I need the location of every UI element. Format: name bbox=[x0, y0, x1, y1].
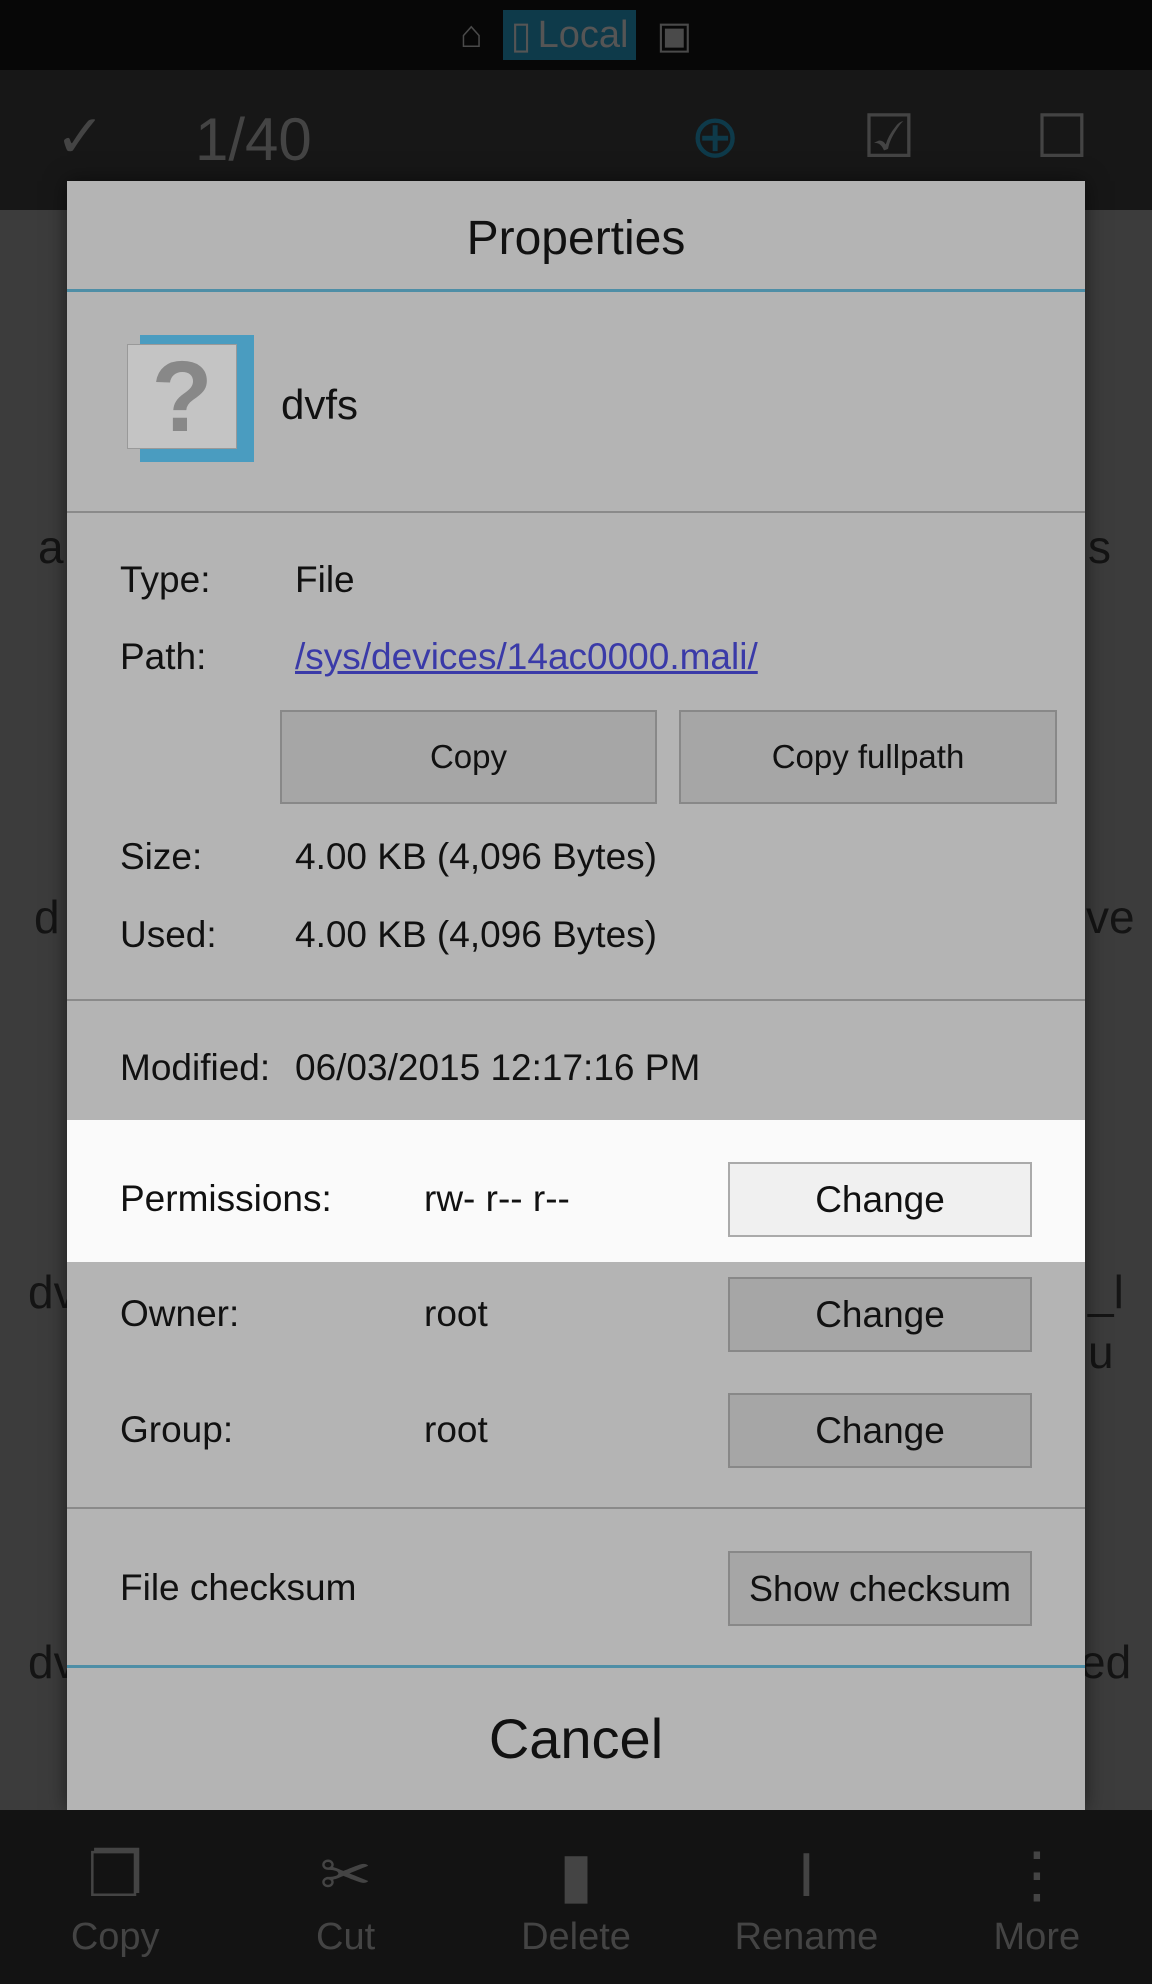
change-owner-button[interactable]: Change bbox=[728, 1277, 1032, 1352]
action-label: Copy bbox=[70, 1915, 160, 1958]
phone-icon: ▯ bbox=[510, 14, 532, 57]
bg-fragment: _l bbox=[1088, 1266, 1124, 1318]
cancel-button[interactable]: Cancel bbox=[67, 1668, 1085, 1810]
location-tabs: ⌂ ▯ Local ▣ bbox=[0, 0, 1152, 70]
type-value: File bbox=[295, 559, 355, 600]
scissors-icon: ✂ bbox=[319, 1840, 372, 1910]
more-vertical-icon: ⋮ bbox=[1005, 1840, 1068, 1910]
trash-icon: ▮ bbox=[558, 1840, 594, 1910]
bg-fragment: ed bbox=[1080, 1636, 1132, 1688]
copy-icon: ❐ bbox=[87, 1840, 143, 1910]
action-label: Delete bbox=[521, 1915, 631, 1958]
group-label: Group: bbox=[120, 1409, 234, 1450]
delete-action[interactable]: ▮ Delete bbox=[461, 1810, 691, 1984]
action-label: More bbox=[993, 1915, 1081, 1958]
type-label: Type: bbox=[120, 559, 211, 600]
size-label: Size: bbox=[120, 836, 203, 877]
show-checksum-button[interactable]: Show checksum bbox=[728, 1551, 1032, 1626]
owner-label: Owner: bbox=[120, 1293, 240, 1334]
local-label: Local bbox=[537, 13, 629, 56]
bg-fragment: u bbox=[1088, 1326, 1114, 1378]
properties-dialog: Properties ? dvfs Type: File Path: /sys/… bbox=[67, 181, 1085, 1810]
file-name: dvfs bbox=[281, 381, 359, 428]
change-group-button[interactable]: Change bbox=[728, 1393, 1032, 1468]
checksum-label: File checksum bbox=[120, 1567, 357, 1608]
devices-icon: ▣ bbox=[656, 14, 693, 57]
path-label: Path: bbox=[120, 636, 207, 677]
owner-value: root bbox=[424, 1293, 488, 1334]
modified-value: 06/03/2015 12:17:16 PM bbox=[295, 1047, 701, 1088]
copy-action[interactable]: ❐ Copy bbox=[0, 1810, 230, 1984]
home-tab[interactable]: ⌂ bbox=[452, 10, 491, 60]
dialog-title: Properties bbox=[466, 212, 686, 265]
selection-count: 1/40 bbox=[195, 106, 312, 173]
done-check-icon[interactable]: ✓ bbox=[55, 102, 105, 172]
copy-path-button[interactable]: Copy bbox=[280, 710, 657, 804]
home-icon: ⌂ bbox=[459, 13, 483, 56]
devices-tab[interactable]: ▣ bbox=[648, 10, 700, 60]
more-action[interactable]: ⋮ More bbox=[922, 1810, 1152, 1984]
cut-action[interactable]: ✂ Cut bbox=[230, 1810, 460, 1984]
size-value: 4.00 KB (4,096 Bytes) bbox=[295, 836, 657, 877]
used-label: Used: bbox=[120, 914, 217, 955]
copy-fullpath-button[interactable]: Copy fullpath bbox=[679, 710, 1057, 804]
local-tab[interactable]: ▯ Local bbox=[502, 10, 637, 60]
rename-action[interactable]: I Rename bbox=[691, 1810, 921, 1984]
group-value: root bbox=[424, 1409, 488, 1450]
select-all-icon[interactable]: ☐ bbox=[1035, 102, 1089, 172]
select-range-icon[interactable]: ☑ bbox=[862, 102, 916, 172]
bg-fragment: s bbox=[1088, 521, 1111, 573]
bottom-action-bar: ❐ Copy ✂ Cut ▮ Delete I Rename ⋮ More bbox=[0, 1810, 1152, 1984]
title-divider bbox=[67, 289, 1085, 292]
action-label: Cut bbox=[316, 1915, 376, 1958]
web-search-icon[interactable]: ⊕ bbox=[690, 102, 740, 172]
divider bbox=[67, 1507, 1085, 1509]
bg-fragment: ve bbox=[1086, 891, 1135, 943]
change-permissions-button[interactable]: Change bbox=[728, 1162, 1032, 1237]
text-cursor-icon: I bbox=[797, 1840, 816, 1910]
modified-label: Modified: bbox=[120, 1047, 271, 1088]
divider bbox=[67, 999, 1085, 1001]
used-value: 4.00 KB (4,096 Bytes) bbox=[295, 914, 657, 955]
permissions-value: rw- r-- r-- bbox=[424, 1178, 570, 1219]
permissions-label: Permissions: bbox=[120, 1178, 332, 1219]
path-link[interactable]: /sys/devices/14ac0000.mali/ bbox=[295, 636, 758, 678]
divider bbox=[67, 511, 1085, 513]
bg-fragment: d bbox=[34, 891, 60, 943]
bg-fragment: a bbox=[38, 521, 64, 573]
unknown-file-icon: ? bbox=[127, 335, 254, 462]
action-label: Rename bbox=[734, 1915, 879, 1958]
